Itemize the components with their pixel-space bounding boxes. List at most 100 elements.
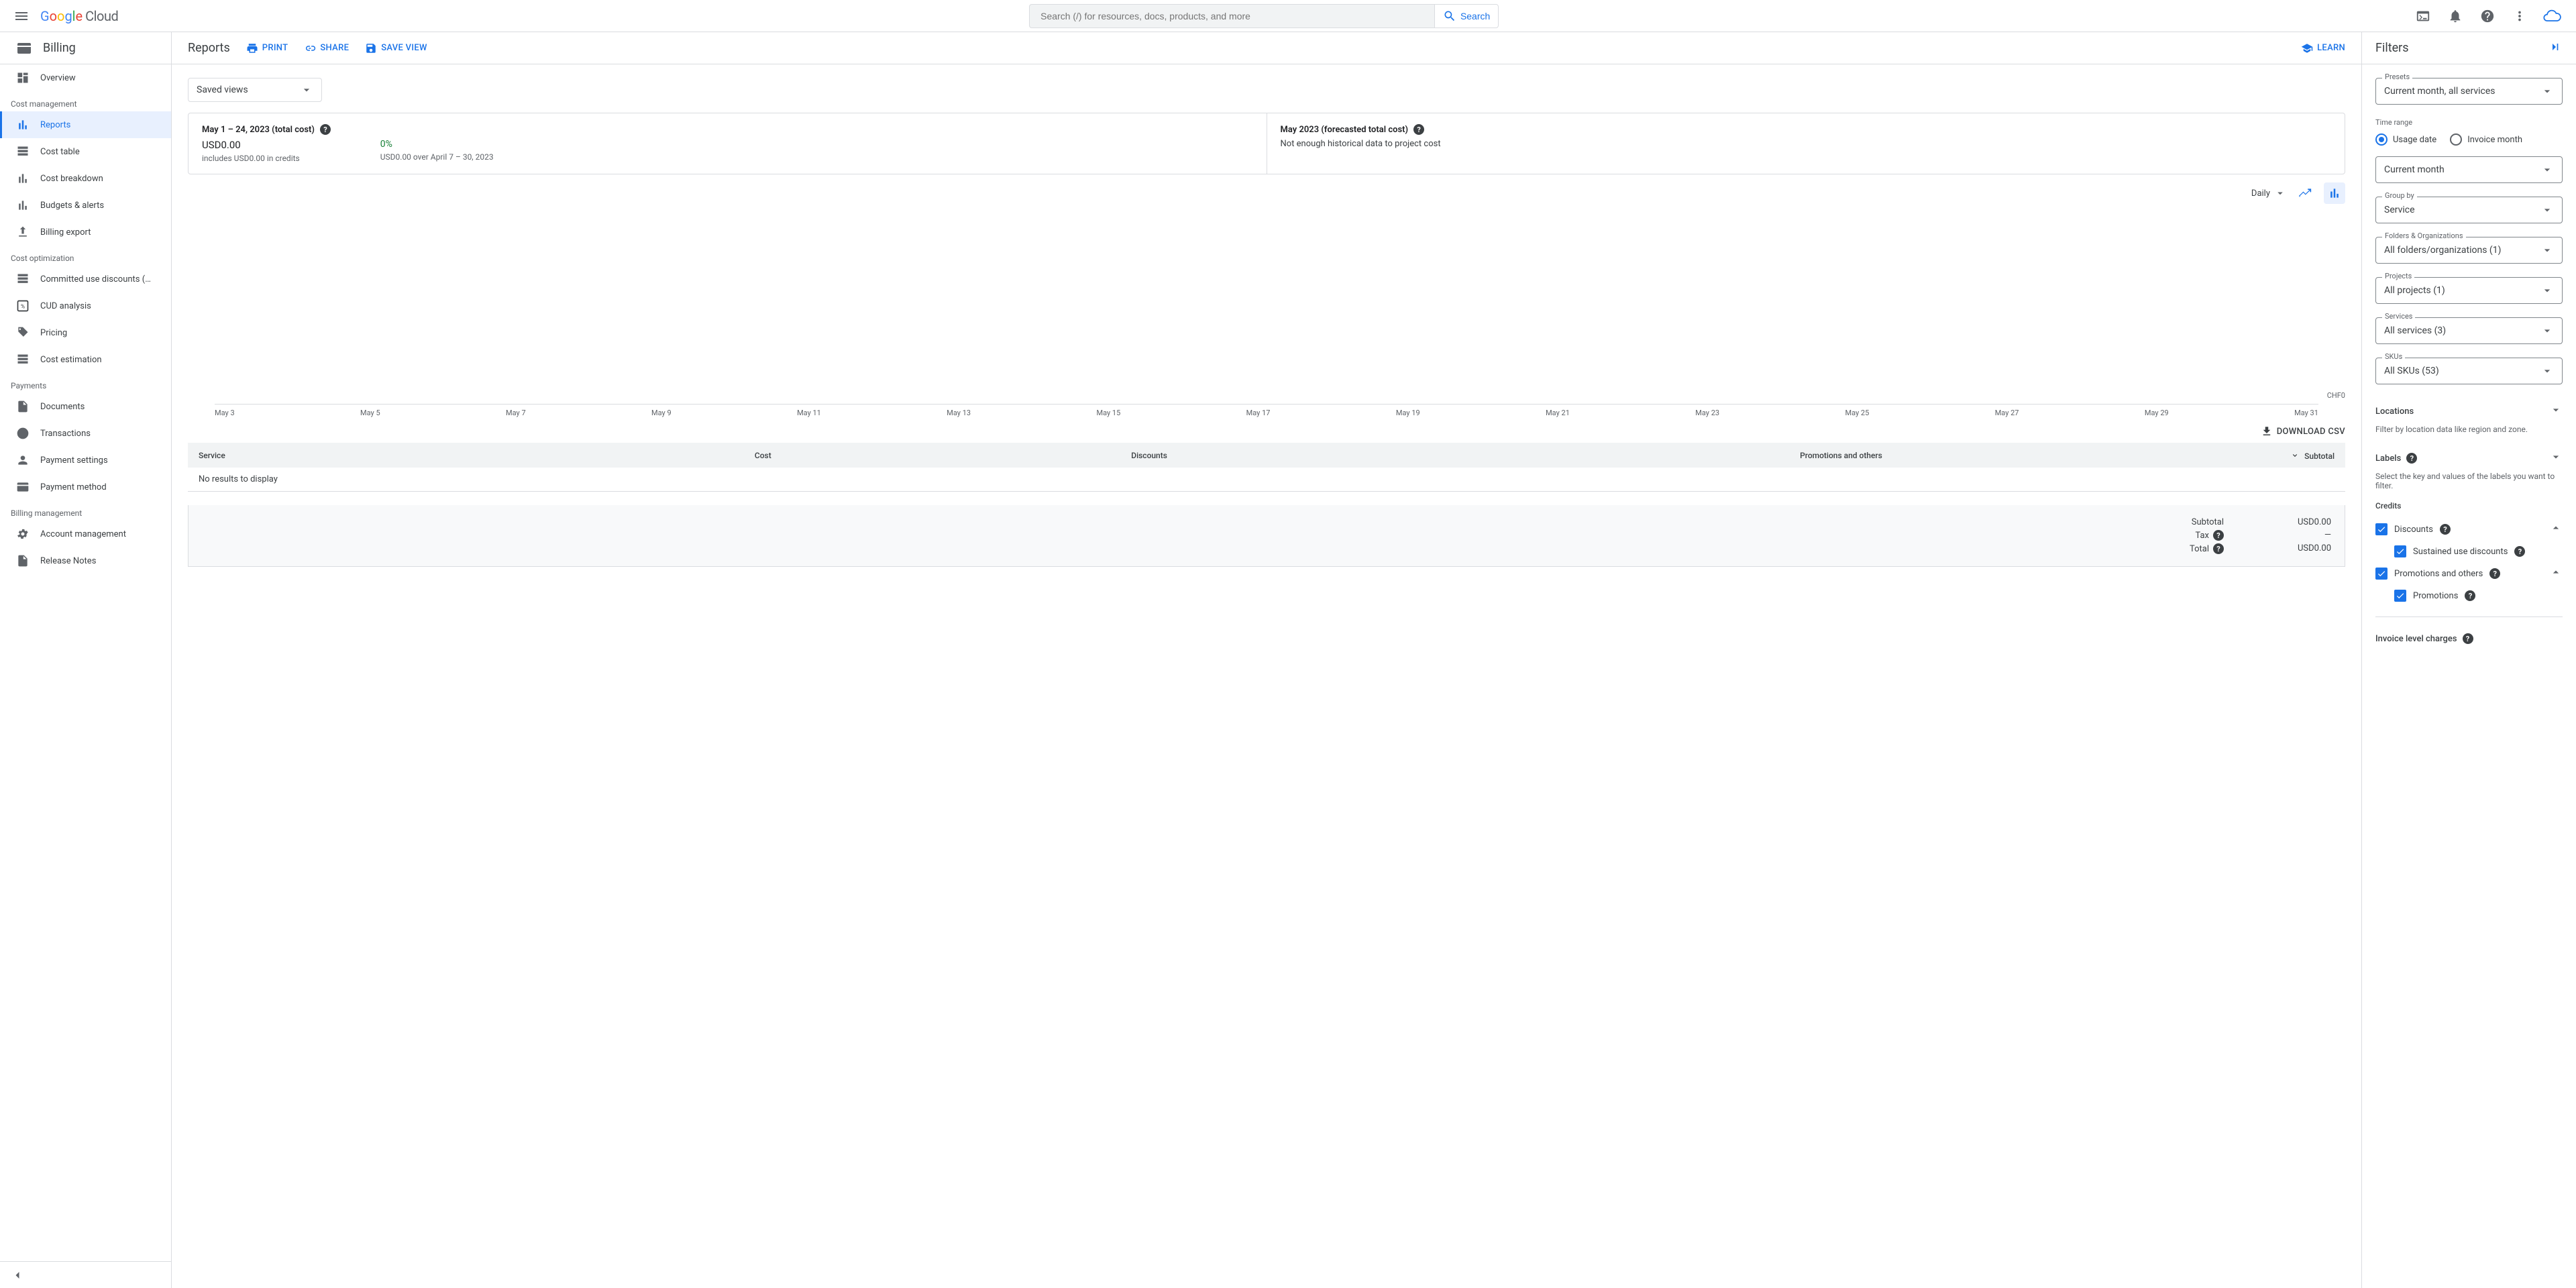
promos-label: Promotions and others [2394,569,2483,579]
forecast-note: Not enough historical data to project co… [1281,139,2332,149]
col-subtotal[interactable]: Subtotal [1893,443,2345,468]
chevron-down-icon [300,83,313,97]
learn-button[interactable]: LEARN [2301,42,2345,54]
sidebar-item-label: Transactions [40,429,91,439]
cost-change-pct: 0% [380,139,494,150]
chevron-down-icon [2549,403,2563,417]
skus-label: SKUs [2382,352,2405,361]
locations-section[interactable]: Locations [2375,398,2563,425]
collapse-filters-button[interactable] [2549,40,2563,56]
line-chart-button[interactable] [2294,182,2316,204]
radio-invoice-month[interactable]: Invoice month [2450,133,2522,146]
saved-views-dropdown[interactable]: Saved views [188,78,322,102]
sidebar-item-account-management[interactable]: Account management [0,521,171,547]
sidebar-item-payment-settings[interactable]: Payment settings [0,447,171,474]
total-label: Total [2190,544,2209,554]
skus-dropdown[interactable]: All SKUs (53) [2375,358,2563,384]
collapse-promos[interactable] [2549,566,2563,582]
collapse-discounts[interactable] [2549,521,2563,537]
cloud-shell-icon[interactable] [2410,3,2436,30]
sidebar-item-cost-estimation[interactable]: Cost estimation [0,346,171,373]
sidebar-item-budgets-alerts[interactable]: Budgets & alerts [0,192,171,219]
col-discounts[interactable]: Discounts [782,443,1178,468]
sidebar-item-cud-analysis[interactable]: CUD analysis [0,292,171,319]
sidebar-item-committed-use-discounts-c-[interactable]: Committed use discounts (C... [0,266,171,292]
print-icon [246,42,258,54]
chart-xtick: May 9 [651,409,672,417]
help-icon[interactable] [2474,3,2501,30]
help-icon[interactable]: ? [2463,633,2473,644]
google-cloud-logo[interactable]: Google Cloud [40,8,118,24]
line-chart-icon [2298,186,2312,200]
help-icon[interactable]: ? [2489,568,2500,579]
help-icon[interactable]: ? [2465,590,2475,601]
cloud-account-icon[interactable] [2538,3,2565,30]
col-cost[interactable]: Cost [519,443,782,468]
help-icon[interactable]: ? [2213,530,2224,541]
person-icon [16,453,30,467]
projects-dropdown[interactable]: All projects (1) [2375,277,2563,304]
bar-chart-button[interactable] [2324,182,2345,204]
help-icon[interactable]: ? [2440,524,2451,535]
sidebar-item-release-notes[interactable]: Release Notes [0,547,171,574]
sidebar-item-overview[interactable]: Overview [0,64,171,91]
chevron-down-icon [2540,244,2554,257]
sidebar-header: Billing [0,32,171,64]
sidebar-item-cost-breakdown[interactable]: Cost breakdown [0,165,171,192]
search-button[interactable]: Search [1434,4,1499,28]
billing-icon [16,40,32,56]
share-button[interactable]: SHARE [304,42,349,54]
chart-xtick: May 19 [1396,409,1420,417]
help-icon[interactable]: ? [2514,546,2525,557]
sidebar-item-documents[interactable]: Documents [0,393,171,420]
chart-xtick: May 15 [1096,409,1120,417]
actual-cost-card: May 1 – 24, 2023 (total cost) ? USD0.00 … [189,113,1267,174]
granularity-dropdown[interactable]: Daily [2251,187,2286,199]
bell-bar-icon [16,199,30,212]
checkbox-promotions[interactable] [2394,590,2406,602]
checkbox-sustained[interactable] [2394,545,2406,557]
search-input[interactable] [1029,4,1434,28]
presets-dropdown[interactable]: Current month, all services [2375,78,2563,105]
sidebar-item-reports[interactable]: Reports [0,111,171,138]
radio-usage-date[interactable]: Usage date [2375,133,2436,146]
nav-group-label: Cost management [0,91,171,111]
help-icon[interactable]: ? [2406,453,2417,464]
notifications-icon[interactable] [2442,3,2469,30]
folders-dropdown[interactable]: All folders/organizations (1) [2375,237,2563,264]
col-promos[interactable]: Promotions and others [1178,443,1893,468]
checkbox-promos[interactable] [2375,568,2387,580]
cost-table: Service Cost Discounts Promotions and ot… [188,443,2345,468]
sidebar-collapse[interactable] [0,1261,171,1288]
chevron-up-icon [2549,566,2563,579]
help-icon[interactable]: ? [1413,124,1424,135]
save-view-button[interactable]: SAVE VIEW [365,42,427,54]
sidebar-item-cost-table[interactable]: Cost table [0,138,171,165]
group-by-dropdown[interactable]: Service [2375,197,2563,223]
checkbox-discounts[interactable] [2375,523,2387,535]
forecast-card: May 2023 (forecasted total cost) ? Not e… [1267,113,2345,174]
chevron-up-icon [2549,521,2563,535]
col-service[interactable]: Service [188,443,519,468]
invoice-level-section[interactable]: Invoice level charges? [2375,628,2563,649]
help-icon[interactable]: ? [2213,543,2224,554]
menu-button[interactable] [5,0,38,32]
sidebar-item-label: CUD analysis [40,301,91,311]
time-range-dropdown[interactable]: Current month [2375,156,2563,183]
download-csv-button[interactable]: DOWNLOAD CSV [2261,425,2345,437]
chart-xtick: May 21 [1546,409,1570,417]
sidebar-item-billing-export[interactable]: Billing export [0,219,171,246]
sidebar-item-transactions[interactable]: Transactions [0,420,171,447]
est-icon [16,353,30,366]
services-dropdown[interactable]: All services (3) [2375,317,2563,344]
chart-xtick: May 7 [506,409,526,417]
more-icon[interactable] [2506,3,2533,30]
sidebar-item-pricing[interactable]: Pricing [0,319,171,346]
chevron-down-icon [2540,324,2554,337]
help-icon[interactable]: ? [320,124,331,135]
chevron-down-icon [2540,364,2554,378]
notes-icon [16,554,30,568]
sidebar-item-payment-method[interactable]: Payment method [0,474,171,500]
print-button[interactable]: PRINT [246,42,288,54]
labels-section[interactable]: Labels? [2375,445,2563,472]
